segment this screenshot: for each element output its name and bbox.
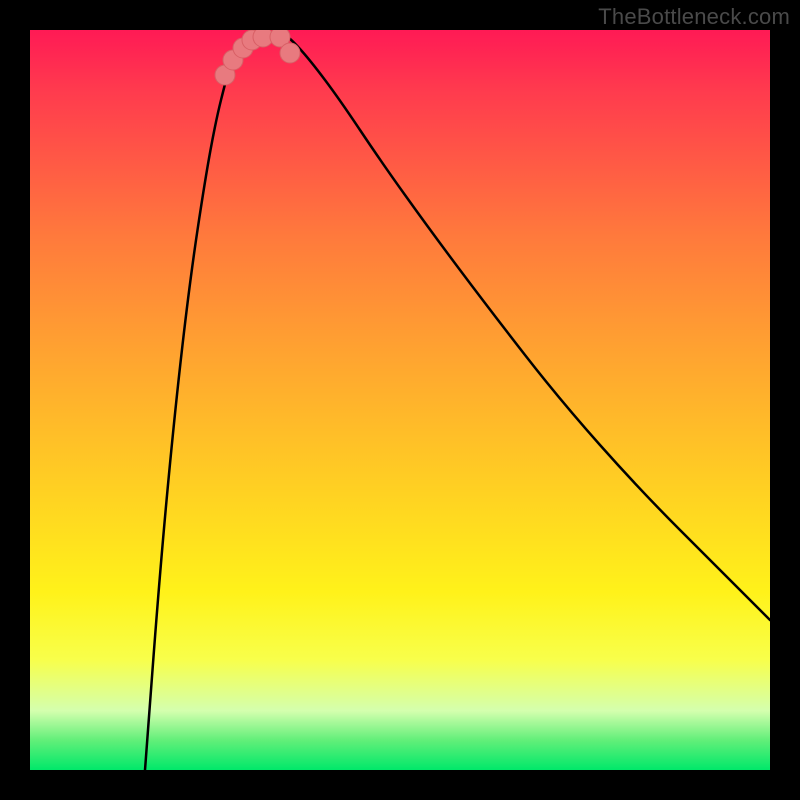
right-curve-line	[280, 32, 770, 620]
valley-marker-dot	[280, 43, 300, 63]
chart-frame	[30, 30, 770, 770]
chart-svg	[30, 30, 770, 770]
left-curve-line	[145, 32, 253, 770]
valley-markers	[215, 30, 300, 85]
watermark-text: TheBottleneck.com	[598, 4, 790, 30]
